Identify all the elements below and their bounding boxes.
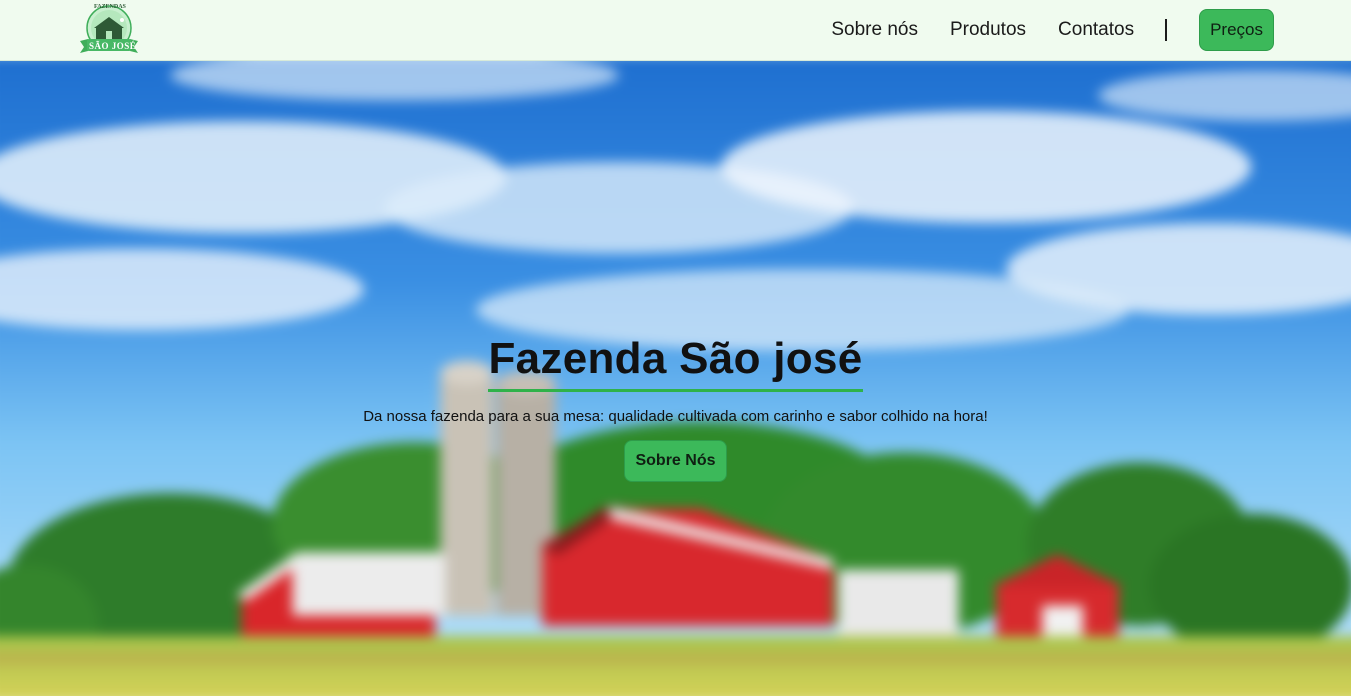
- site-header: FAZENDAS SÃO JOSÉ Sobre nós Produtos Con…: [0, 0, 1351, 61]
- hero-content: Fazenda São josé Da nossa fazenda para a…: [0, 331, 1351, 482]
- nav-link-sobre-nos[interactable]: Sobre nós: [831, 19, 918, 41]
- nav-divider: [1165, 19, 1168, 41]
- hero-title: Fazenda São josé: [488, 331, 863, 392]
- about-us-button[interactable]: Sobre Nós: [624, 440, 727, 482]
- logo-top-text: FAZENDAS: [94, 4, 126, 10]
- hero-section: Fazenda São josé Da nossa fazenda para a…: [0, 61, 1351, 696]
- prices-button[interactable]: Preços: [1199, 9, 1274, 51]
- logo-ribbon-text: SÃO JOSÉ: [89, 41, 137, 51]
- nav-link-produtos[interactable]: Produtos: [950, 19, 1026, 41]
- hero-subtitle: Da nossa fazenda para a sua mesa: qualid…: [363, 408, 988, 425]
- nav-link-contatos[interactable]: Contatos: [1058, 19, 1134, 41]
- main-nav: Sobre nós Produtos Contatos Preços: [831, 9, 1274, 51]
